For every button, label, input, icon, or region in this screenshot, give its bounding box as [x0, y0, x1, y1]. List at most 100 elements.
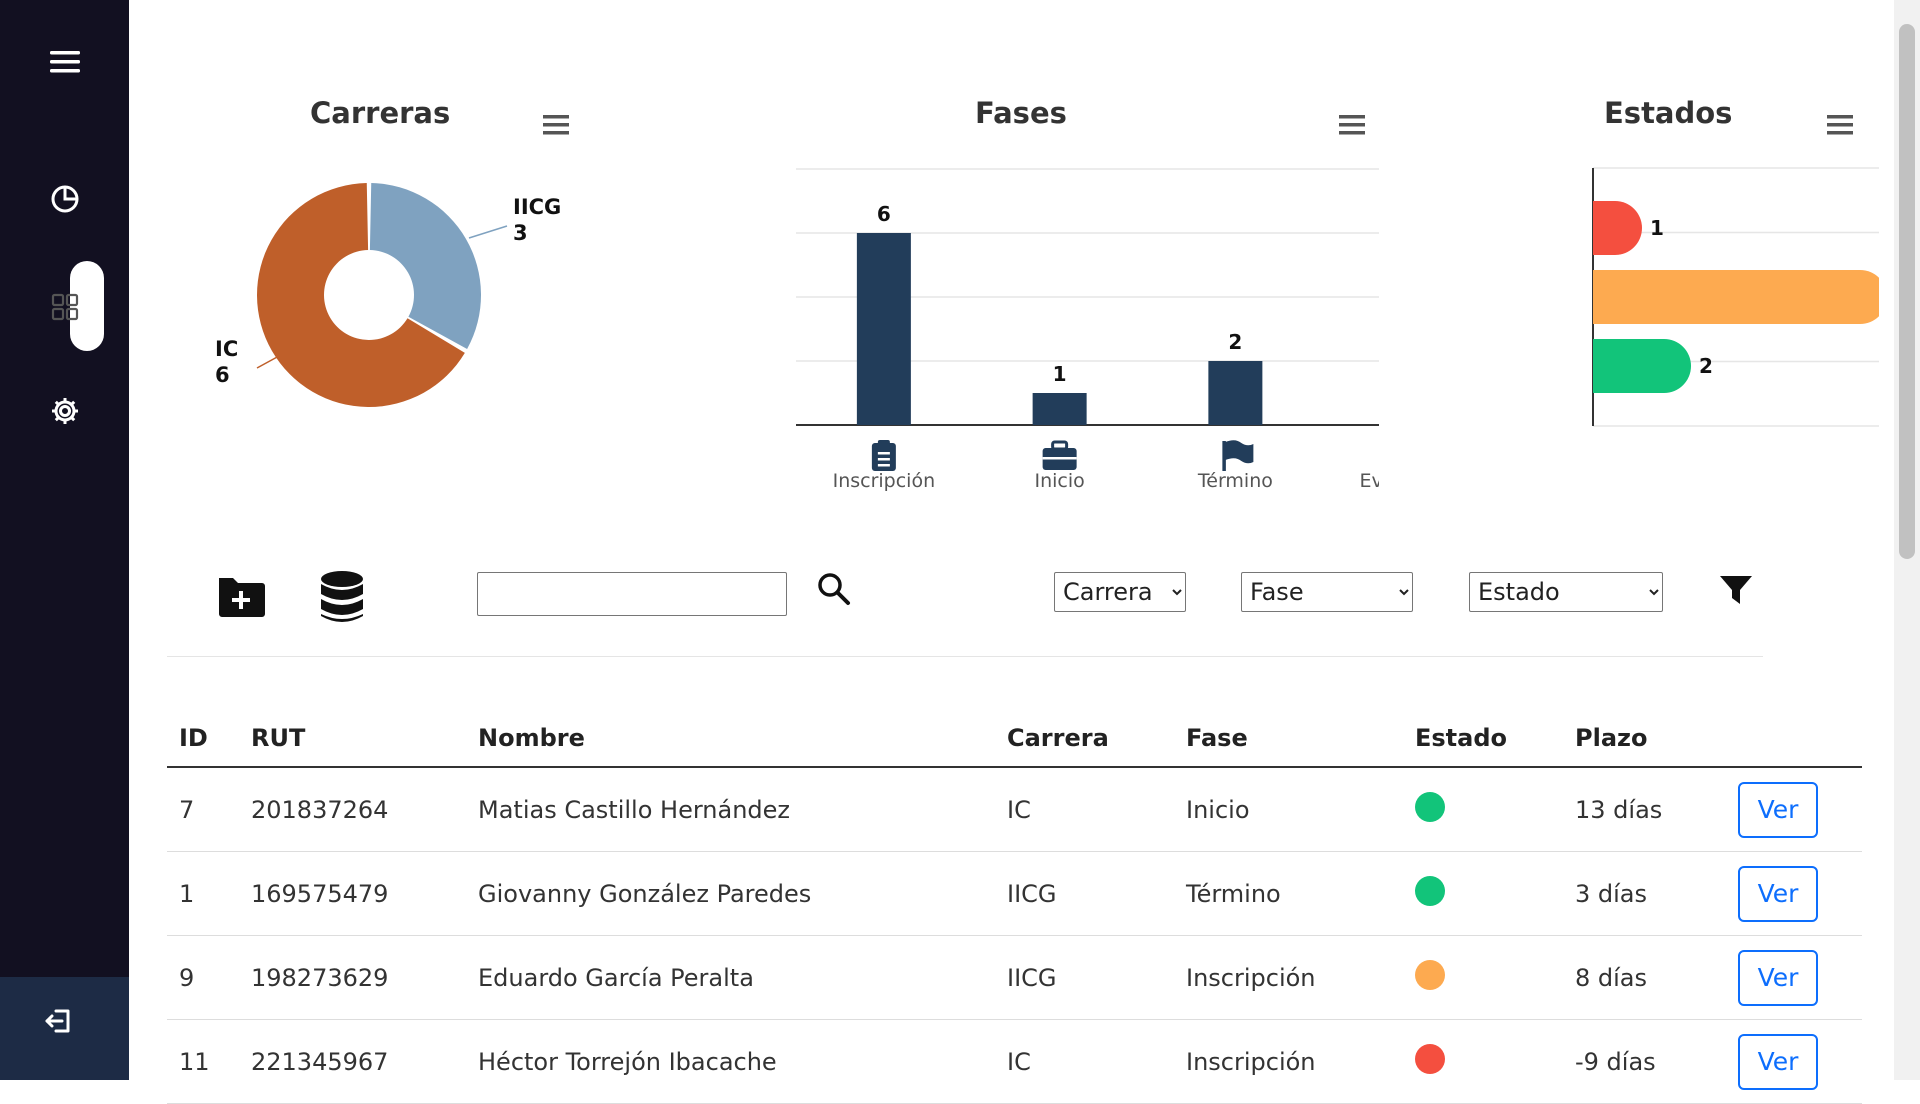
cell-fase: Inicio: [1174, 767, 1403, 852]
search-button[interactable]: [817, 572, 851, 610]
cell-actions: Ver: [1726, 1019, 1862, 1104]
fases-menu-button[interactable]: [1339, 112, 1367, 142]
students-table: ID RUT Nombre Carrera Fase Estado Plazo …: [167, 710, 1862, 1104]
header-fase[interactable]: Fase: [1174, 710, 1403, 768]
flag-icon: [1222, 440, 1254, 471]
briefcase-icon: [1042, 440, 1077, 470]
header-id[interactable]: ID: [167, 710, 239, 768]
cell-estado: [1403, 935, 1563, 1020]
carreras-chart-title: Carreras: [310, 96, 451, 130]
cell-id: 1: [167, 851, 239, 936]
fase-select[interactable]: Fase: [1241, 572, 1413, 612]
cell-carrera: IC: [995, 1019, 1174, 1104]
bar-0[interactable]: [856, 233, 911, 425]
bar-2[interactable]: [1208, 361, 1263, 425]
x-tick-label: Evaluación: [1360, 470, 1380, 492]
bar-1[interactable]: [1032, 393, 1087, 425]
database-button[interactable]: [319, 570, 365, 628]
hbar-1[interactable]: [1593, 270, 1879, 324]
header-actions: [1726, 710, 1862, 768]
donut-label-connector: [468, 225, 508, 239]
cell-carrera: IICG: [995, 851, 1174, 936]
estados-menu-button[interactable]: [1827, 112, 1855, 142]
x-tick-label: Inscripción: [833, 470, 936, 492]
cell-fase: Inscripción: [1174, 935, 1403, 1020]
cell-nombre: Eduardo García Peralta: [466, 935, 995, 1020]
donut-label-name: IICG: [513, 195, 561, 219]
table-row: 9 198273629 Eduardo García Peralta IICG Insc…: [167, 935, 1862, 1020]
hbar-2[interactable]: [1593, 339, 1692, 393]
clipboard-icon: [871, 440, 896, 471]
cell-nombre: Giovanny González Paredes: [466, 851, 995, 936]
cell-plazo: 8 días: [1563, 935, 1726, 1020]
hamburger-menu-icon: [543, 115, 569, 135]
carreras-menu-button[interactable]: [543, 112, 571, 142]
carreras-donut-chart: IICG3 IC6: [215, 183, 561, 407]
logout-icon: [44, 1005, 76, 1041]
status-dot: [1415, 1043, 1445, 1074]
donut-slice-iicg[interactable]: [369, 183, 481, 350]
fases-chart-title: Fases: [975, 96, 1067, 130]
search-input[interactable]: [477, 572, 787, 616]
ver-button[interactable]: Ver: [1738, 949, 1818, 1006]
donut-label-value: 6: [215, 363, 230, 387]
add-folder-button[interactable]: [215, 572, 267, 624]
cell-actions: Ver: [1726, 767, 1862, 852]
estado-select[interactable]: Estado: [1469, 572, 1663, 612]
gear-icon[interactable]: [0, 396, 129, 426]
header-rut[interactable]: RUT: [239, 710, 466, 768]
pie-chart-icon[interactable]: [0, 184, 129, 214]
grid-icon[interactable]: [0, 293, 129, 321]
sidebar: [0, 0, 129, 1080]
estados-chart-title: Estados: [1604, 96, 1733, 130]
database-icon: [321, 571, 363, 622]
search-icon: [818, 573, 850, 605]
cell-estado: [1403, 767, 1563, 852]
table-row: 1 169575479 Giovanny González Paredes IICG T…: [167, 851, 1862, 936]
filter-button[interactable]: [1719, 574, 1753, 610]
bar-value-label: 1: [1053, 362, 1067, 386]
bar-value-label: 6: [877, 202, 891, 226]
vertical-scrollbar[interactable]: [1894, 0, 1920, 1080]
cell-estado: [1403, 1019, 1563, 1104]
folder-plus-icon: [219, 578, 265, 617]
estados-bar-chart: 162: [1592, 167, 1879, 427]
header-estado[interactable]: Estado: [1403, 710, 1563, 768]
cell-estado: [1403, 851, 1563, 936]
hbar-0[interactable]: [1593, 201, 1642, 255]
cell-id: 7: [167, 767, 239, 852]
hamburger-menu-icon: [1339, 115, 1365, 135]
scrollbar-thumb[interactable]: [1899, 24, 1915, 559]
ver-button[interactable]: Ver: [1738, 781, 1818, 838]
cell-nombre: Matias Castillo Hernández: [466, 767, 995, 852]
header-nombre[interactable]: Nombre: [466, 710, 995, 768]
cell-carrera: IICG: [995, 935, 1174, 1020]
donut-label-value: 3: [513, 221, 528, 245]
logout-button[interactable]: [0, 977, 129, 1080]
cell-id: 11: [167, 1019, 239, 1104]
cell-actions: Ver: [1726, 935, 1862, 1020]
cell-id: 9: [167, 935, 239, 1020]
header-carrera[interactable]: Carrera: [995, 710, 1174, 768]
header-plazo[interactable]: Plazo: [1563, 710, 1726, 768]
cell-rut: 221345967: [239, 1019, 466, 1104]
table-row: 11 221345967 Héctor Torrejón Ibacache IC Ins…: [167, 1019, 1862, 1104]
status-dot: [1415, 875, 1445, 906]
ver-button[interactable]: Ver: [1738, 865, 1818, 922]
hamburger-menu-icon[interactable]: [0, 48, 129, 76]
hamburger-menu-icon: [1827, 115, 1853, 135]
toolbar-divider: [167, 656, 1763, 657]
cell-actions: Ver: [1726, 851, 1862, 936]
x-tick-label: Término: [1197, 470, 1273, 492]
table-row: 7 201837264 Matias Castillo Hernández IC Ini…: [167, 767, 1862, 852]
ver-button[interactable]: Ver: [1738, 1033, 1818, 1090]
donut-label-name: IC: [215, 337, 238, 361]
cell-plazo: 3 días: [1563, 851, 1726, 936]
hbar-value-label: 2: [1699, 354, 1713, 378]
fases-bar-chart: 6Inscripción1Inicio2Término0Evaluación: [796, 168, 1380, 492]
filter-icon: [1720, 576, 1752, 604]
cell-plazo: 13 días: [1563, 767, 1726, 852]
x-tick-label: Inicio: [1034, 470, 1084, 492]
bar-value-label: 2: [1228, 330, 1242, 354]
carrera-select[interactable]: Carrera: [1054, 572, 1186, 612]
